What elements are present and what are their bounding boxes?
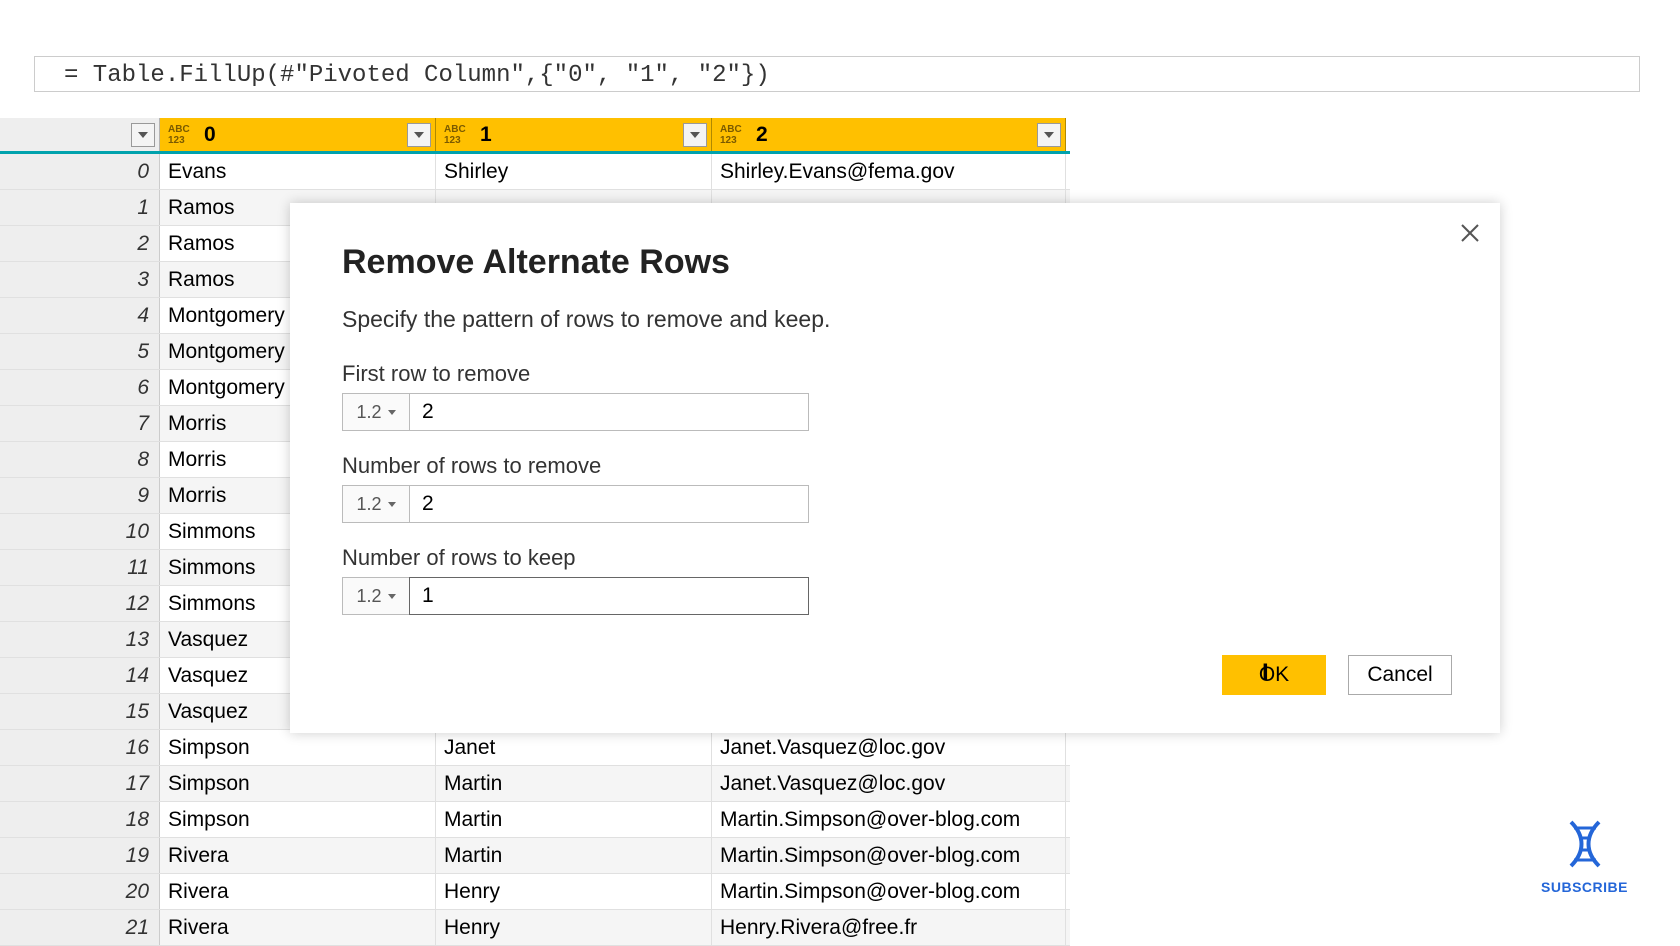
row-index: 7 xyxy=(0,406,160,441)
cell[interactable]: Janet.Vasquez@loc.gov xyxy=(712,766,1066,801)
row-index: 13 xyxy=(0,622,160,657)
row-index: 11 xyxy=(0,550,160,585)
column-label: 0 xyxy=(204,123,216,147)
table-row[interactable]: 0EvansShirleyShirley.Evans@fema.gov xyxy=(0,154,1070,190)
chevron-down-icon xyxy=(388,410,396,415)
type-dropdown[interactable]: 1.2 xyxy=(342,393,410,431)
row-index: 21 xyxy=(0,910,160,945)
chevron-down-icon xyxy=(690,132,700,138)
field-label-remove: Number of rows to remove xyxy=(342,453,1448,479)
table-row[interactable]: 20RiveraHenryMartin.Simpson@over-blog.co… xyxy=(0,874,1070,910)
cell[interactable]: Martin.Simpson@over-blog.com xyxy=(712,838,1066,873)
column-filter-button[interactable] xyxy=(407,123,431,147)
row-index: 17 xyxy=(0,766,160,801)
column-header-1[interactable]: ABC123 1 xyxy=(436,118,712,151)
cancel-label: Cancel xyxy=(1367,663,1432,687)
row-index: 6 xyxy=(0,370,160,405)
column-header-0[interactable]: ABC123 0 xyxy=(160,118,436,151)
field-label-first: First row to remove xyxy=(342,361,1448,387)
column-label: 1 xyxy=(480,123,492,147)
table-row[interactable]: 17SimpsonMartinJanet.Vasquez@loc.gov xyxy=(0,766,1070,802)
dna-icon xyxy=(1557,816,1613,872)
subscribe-text: SUBSCRIBE xyxy=(1541,879,1628,895)
cell[interactable]: Simpson xyxy=(160,802,436,837)
cell[interactable]: Evans xyxy=(160,154,436,189)
formula-bar: = Table.FillUp(#"Pivoted Column",{"0", "… xyxy=(0,62,1680,89)
field-label-keep: Number of rows to keep xyxy=(342,545,1448,571)
row-index: 2 xyxy=(0,226,160,261)
row-index: 18 xyxy=(0,802,160,837)
subscribe-badge[interactable]: SUBSCRIBE xyxy=(1541,816,1628,895)
rows-keep-input[interactable] xyxy=(409,577,809,615)
row-index-header xyxy=(0,118,160,151)
chevron-down-icon xyxy=(138,132,148,138)
row-index: 15 xyxy=(0,694,160,729)
dialog-title: Remove Alternate Rows xyxy=(342,243,1448,282)
close-button[interactable] xyxy=(1460,219,1480,250)
row-index: 5 xyxy=(0,334,160,369)
header-row: ABC123 0 ABC123 1 ABC123 2 xyxy=(0,118,1070,154)
row-index: 19 xyxy=(0,838,160,873)
cell[interactable]: Martin xyxy=(436,766,712,801)
column-label: 2 xyxy=(756,123,768,147)
text-cursor-icon: I xyxy=(1262,659,1269,687)
cell[interactable]: Shirley.Evans@fema.gov xyxy=(712,154,1066,189)
row-index: 1 xyxy=(0,190,160,225)
chevron-down-icon xyxy=(1044,132,1054,138)
chevron-down-icon xyxy=(388,594,396,599)
chevron-down-icon xyxy=(388,502,396,507)
cell[interactable]: Rivera xyxy=(160,874,436,909)
index-menu-button[interactable] xyxy=(131,123,155,147)
chevron-down-icon xyxy=(414,132,424,138)
row-index: 9 xyxy=(0,478,160,513)
table-row[interactable]: 19RiveraMartinMartin.Simpson@over-blog.c… xyxy=(0,838,1070,874)
close-icon xyxy=(1460,223,1480,243)
first-row-input[interactable] xyxy=(409,393,809,431)
rows-remove-input[interactable] xyxy=(409,485,809,523)
cell[interactable]: Henry xyxy=(436,910,712,945)
ok-button[interactable]: OK I xyxy=(1222,655,1326,695)
remove-alternate-rows-dialog: Remove Alternate Rows Specify the patter… xyxy=(290,203,1500,733)
cell[interactable]: Janet.Vasquez@loc.gov xyxy=(712,730,1066,765)
row-index: 20 xyxy=(0,874,160,909)
formula-text[interactable]: = Table.FillUp(#"Pivoted Column",{"0", "… xyxy=(0,62,770,89)
cell[interactable]: Martin xyxy=(436,802,712,837)
cell[interactable]: Simpson xyxy=(160,730,436,765)
row-index: 3 xyxy=(0,262,160,297)
row-index: 10 xyxy=(0,514,160,549)
column-filter-button[interactable] xyxy=(1037,123,1061,147)
cell[interactable]: Henry xyxy=(436,874,712,909)
dialog-subtitle: Specify the pattern of rows to remove an… xyxy=(342,306,1448,333)
cell[interactable]: Martin.Simpson@over-blog.com xyxy=(712,802,1066,837)
table-row[interactable]: 18SimpsonMartinMartin.Simpson@over-blog.… xyxy=(0,802,1070,838)
cell[interactable]: Rivera xyxy=(160,910,436,945)
cell[interactable]: Janet xyxy=(436,730,712,765)
cancel-button[interactable]: Cancel xyxy=(1348,655,1452,695)
cell[interactable]: Rivera xyxy=(160,838,436,873)
table-row[interactable]: 16SimpsonJanetJanet.Vasquez@loc.gov xyxy=(0,730,1070,766)
row-index: 0 xyxy=(0,154,160,189)
row-index: 12 xyxy=(0,586,160,621)
type-dropdown[interactable]: 1.2 xyxy=(342,485,410,523)
table-row[interactable]: 21RiveraHenryHenry.Rivera@free.fr xyxy=(0,910,1070,946)
cell[interactable]: Shirley xyxy=(436,154,712,189)
row-index: 8 xyxy=(0,442,160,477)
row-index: 4 xyxy=(0,298,160,333)
cell[interactable]: Martin xyxy=(436,838,712,873)
cell[interactable]: Henry.Rivera@free.fr xyxy=(712,910,1066,945)
row-index: 14 xyxy=(0,658,160,693)
cell[interactable]: Martin.Simpson@over-blog.com xyxy=(712,874,1066,909)
type-dropdown[interactable]: 1.2 xyxy=(342,577,410,615)
row-index: 16 xyxy=(0,730,160,765)
cell[interactable]: Simpson xyxy=(160,766,436,801)
datatype-icon: ABC123 xyxy=(720,124,748,146)
column-filter-button[interactable] xyxy=(683,123,707,147)
column-header-2[interactable]: ABC123 2 xyxy=(712,118,1066,151)
datatype-icon: ABC123 xyxy=(168,124,196,146)
datatype-icon: ABC123 xyxy=(444,124,472,146)
